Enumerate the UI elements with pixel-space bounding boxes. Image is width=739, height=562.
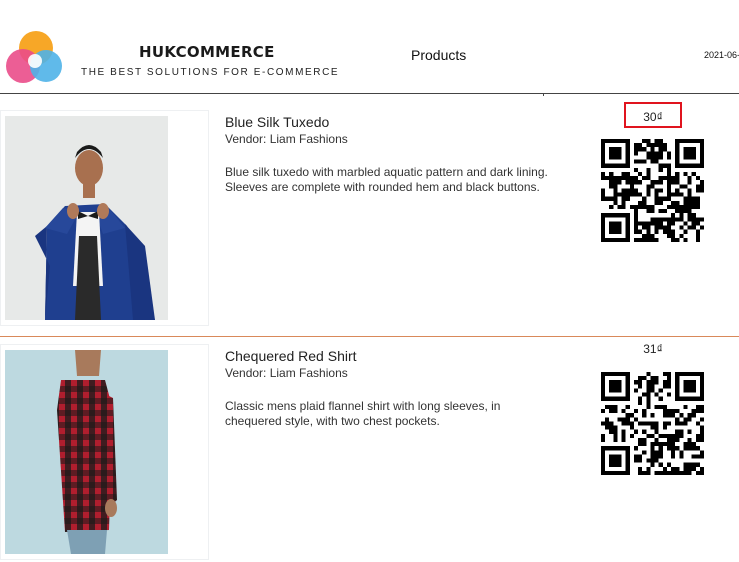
brand-name: HUKCOMMERCE	[139, 43, 275, 61]
product-price: 30₫	[624, 102, 682, 128]
product-image-frame	[0, 110, 209, 326]
product-vendor: Vendor: Liam Fashions	[225, 132, 348, 146]
product-description: Blue silk tuxedo with marbled aquatic pa…	[225, 165, 548, 194]
product-row: Blue Silk Tuxedo Vendor: Liam Fashions B…	[0, 102, 739, 337]
report-date: 2021-06-	[704, 50, 739, 60]
page-title: Products	[411, 47, 467, 63]
product-row: Chequered Red Shirt Vendor: Liam Fashion…	[0, 342, 739, 562]
header-tick	[543, 93, 544, 96]
company-logo	[6, 31, 62, 83]
product-vendor: Vendor: Liam Fashions	[225, 366, 348, 380]
product-name: Blue Silk Tuxedo	[225, 114, 330, 130]
product-image-frame	[0, 344, 209, 560]
brand-tagline: THE BEST SOLUTIONS FOR E-COMMERCE	[81, 67, 340, 78]
product-name: Chequered Red Shirt	[225, 348, 357, 364]
product-photo	[5, 116, 168, 320]
product-photo	[5, 350, 168, 554]
product-qr-code	[601, 139, 704, 242]
report-header: HUKCOMMERCE THE BEST SOLUTIONS FOR E-COM…	[0, 0, 739, 96]
header-rule	[0, 93, 739, 94]
product-price: 31₫	[643, 342, 663, 356]
product-description: Classic mens plaid flannel shirt with lo…	[225, 399, 501, 428]
product-qr-code	[601, 372, 704, 475]
